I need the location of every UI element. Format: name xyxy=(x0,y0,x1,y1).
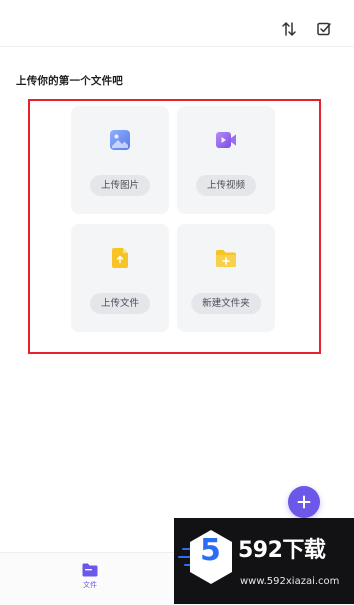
new-folder-icon xyxy=(216,250,236,267)
top-bar xyxy=(0,0,354,47)
sort-icon[interactable] xyxy=(281,21,297,37)
video-icon xyxy=(216,132,236,148)
image-icon xyxy=(110,130,130,150)
add-button[interactable] xyxy=(288,486,320,518)
upload-video-card[interactable]: 上传视频 xyxy=(177,106,275,214)
new-folder-card[interactable]: 新建文件夹 xyxy=(177,224,275,332)
select-checkbox-icon[interactable] xyxy=(316,21,332,37)
upload-file-label: 上传文件 xyxy=(89,293,151,314)
plus-icon xyxy=(297,495,311,509)
folder-icon xyxy=(82,563,98,577)
nav-item-files[interactable]: 文件 xyxy=(76,563,104,595)
watermark-brand: 592下载 xyxy=(238,538,326,563)
page-heading: 上传你的第一个文件吧 xyxy=(16,75,123,87)
nav-item-files-label: 文件 xyxy=(83,581,97,589)
upload-image-card[interactable]: 上传图片 xyxy=(71,106,169,214)
watermark-url: www.592xiazai.com xyxy=(240,576,340,587)
upload-file-card[interactable]: 上传文件 xyxy=(71,224,169,332)
watermark-badge-number: 5 xyxy=(200,533,221,568)
upload-video-label: 上传视频 xyxy=(195,175,257,196)
new-folder-label: 新建文件夹 xyxy=(191,293,261,314)
watermark-logo: 5 592下载 www.592xiazai.com xyxy=(174,518,354,604)
upload-image-label: 上传图片 xyxy=(89,175,151,196)
file-upload-icon xyxy=(112,248,128,268)
